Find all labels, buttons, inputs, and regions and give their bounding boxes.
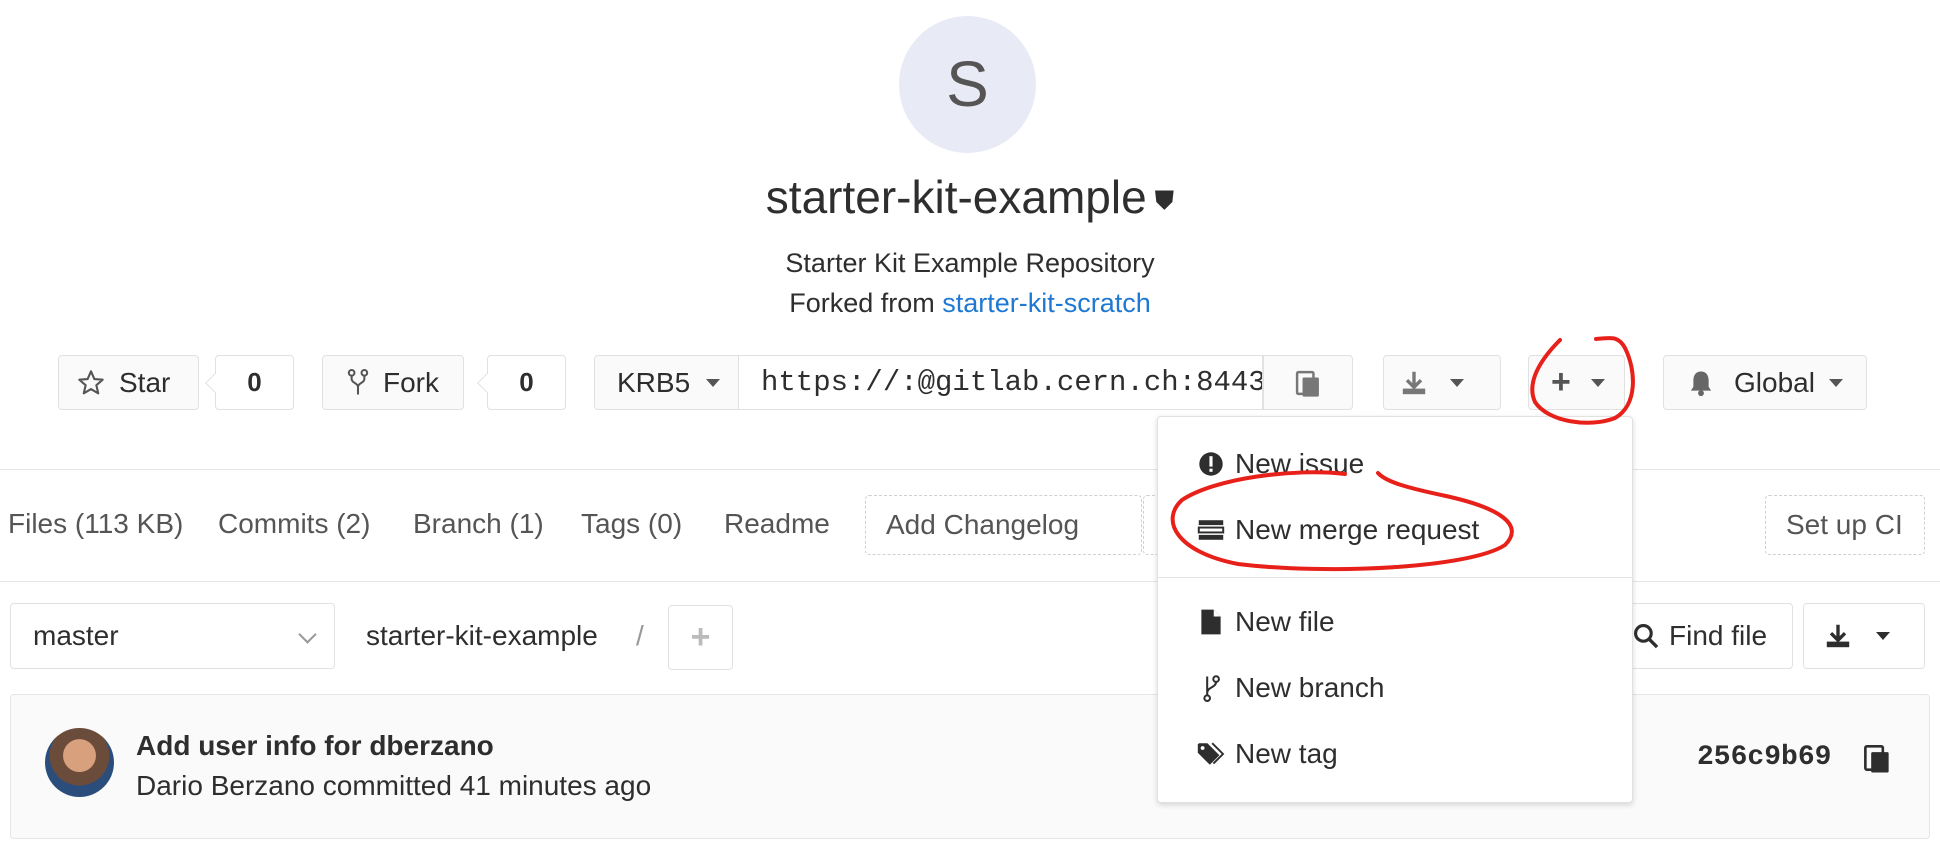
menu-item-label: New branch — [1235, 672, 1385, 703]
caret-down-icon — [1590, 378, 1605, 387]
file-icon — [1195, 608, 1227, 636]
star-label: Star — [119, 366, 171, 398]
project-description: Starter Kit Example Repository — [785, 248, 1155, 278]
menu-item-new-issue[interactable]: New issue — [1195, 448, 1364, 480]
menu-item-new-file[interactable]: New file — [1195, 606, 1335, 638]
branch-icon — [1195, 674, 1227, 702]
exclamation-circle-icon — [1195, 451, 1227, 477]
author-avatar[interactable] — [45, 728, 114, 797]
setup-ci-button[interactable]: Set up CI — [1765, 495, 1925, 555]
add-to-tree-button[interactable]: + — [668, 605, 733, 670]
menu-divider — [1157, 577, 1633, 578]
menu-item-label: New merge request — [1235, 514, 1480, 545]
find-file-label: Find file — [1669, 620, 1768, 651]
plus-icon: + — [690, 618, 711, 656]
nav-readme[interactable]: Readme — [724, 508, 830, 540]
fork-icon — [347, 368, 369, 394]
menu-item-new-merge-request[interactable]: New merge request — [1195, 514, 1479, 546]
nav-branch[interactable]: Branch (1) — [413, 508, 544, 540]
commit-meta: Dario Berzano committed 41 minutes ago — [136, 770, 651, 802]
branch-select-value: master — [33, 620, 119, 651]
fork-count[interactable]: 0 — [487, 355, 566, 410]
tag-icon — [1195, 742, 1227, 766]
copy-url-button[interactable] — [1263, 355, 1353, 410]
star-button[interactable]: Star — [58, 355, 199, 410]
commit-sha[interactable]: 256c9b69 — [1697, 742, 1831, 773]
last-commit-panel — [10, 694, 1930, 839]
forked-from-label: Forked from — [789, 288, 935, 318]
menu-item-new-branch[interactable]: New branch — [1195, 672, 1384, 704]
protocol-dropdown[interactable]: KRB5 — [594, 355, 739, 410]
menu-item-label: New file — [1235, 606, 1335, 637]
project-title[interactable]: starter-kit-example — [766, 171, 1147, 223]
forked-from-link[interactable]: starter-kit-scratch — [942, 288, 1151, 318]
menu-item-label: New issue — [1235, 448, 1365, 479]
repo-download-button[interactable] — [1803, 603, 1925, 669]
add-changelog-button[interactable]: Add Changelog — [865, 495, 1142, 555]
menu-item-new-tag[interactable]: New tag — [1195, 738, 1338, 770]
shield-icon: ⛊ — [1154, 184, 1175, 215]
download-icon — [1402, 371, 1426, 394]
menu-item-label: New tag — [1235, 738, 1338, 769]
download-icon — [1826, 624, 1850, 648]
protocol-label: KRB5 — [617, 366, 691, 398]
caret-down-icon — [1876, 632, 1890, 640]
clipboard-icon — [1295, 370, 1319, 397]
plus-icon: + — [1551, 363, 1571, 401]
fork-label: Fork — [383, 366, 439, 398]
search-icon — [1634, 624, 1659, 649]
star-count[interactable]: 0 — [215, 355, 294, 410]
fork-button[interactable]: Fork — [322, 355, 464, 410]
commit-author[interactable]: Dario Berzano — [136, 770, 315, 801]
divider — [0, 469, 1940, 470]
caret-down-icon — [706, 378, 721, 387]
divider — [0, 581, 1940, 582]
commit-title[interactable]: Add user info for dberzano — [136, 730, 494, 762]
chevron-down-icon — [298, 625, 317, 644]
project-avatar[interactable]: S — [899, 16, 1036, 153]
nav-tags[interactable]: Tags (0) — [581, 508, 682, 540]
breadcrumb-root[interactable]: starter-kit-example — [366, 620, 598, 652]
branch-select[interactable]: master — [10, 603, 335, 669]
caret-down-icon — [1450, 378, 1464, 387]
nav-files[interactable]: Files (113 KB) — [8, 508, 183, 540]
project-title-row: starter-kit-example ⛊ — [0, 170, 1940, 224]
clipboard-icon[interactable] — [1862, 742, 1892, 774]
star-icon — [78, 369, 104, 394]
notification-label: Global — [1734, 366, 1815, 398]
breadcrumb-separator: / — [636, 620, 644, 651]
notification-button[interactable]: Global — [1663, 355, 1867, 410]
forked-from: Forked from starter-kit-scratch — [0, 288, 1940, 319]
commit-time: committed 41 minutes ago — [322, 770, 652, 801]
download-button[interactable] — [1383, 355, 1501, 410]
bell-icon — [1690, 371, 1712, 396]
new-item-button[interactable]: + — [1528, 355, 1625, 410]
caret-down-icon — [1828, 378, 1843, 387]
nav-commits[interactable]: Commits (2) — [218, 508, 370, 540]
clone-url-input[interactable]: https://:@gitlab.cern.ch:8443 — [739, 355, 1263, 410]
merge-request-icon — [1195, 519, 1227, 541]
